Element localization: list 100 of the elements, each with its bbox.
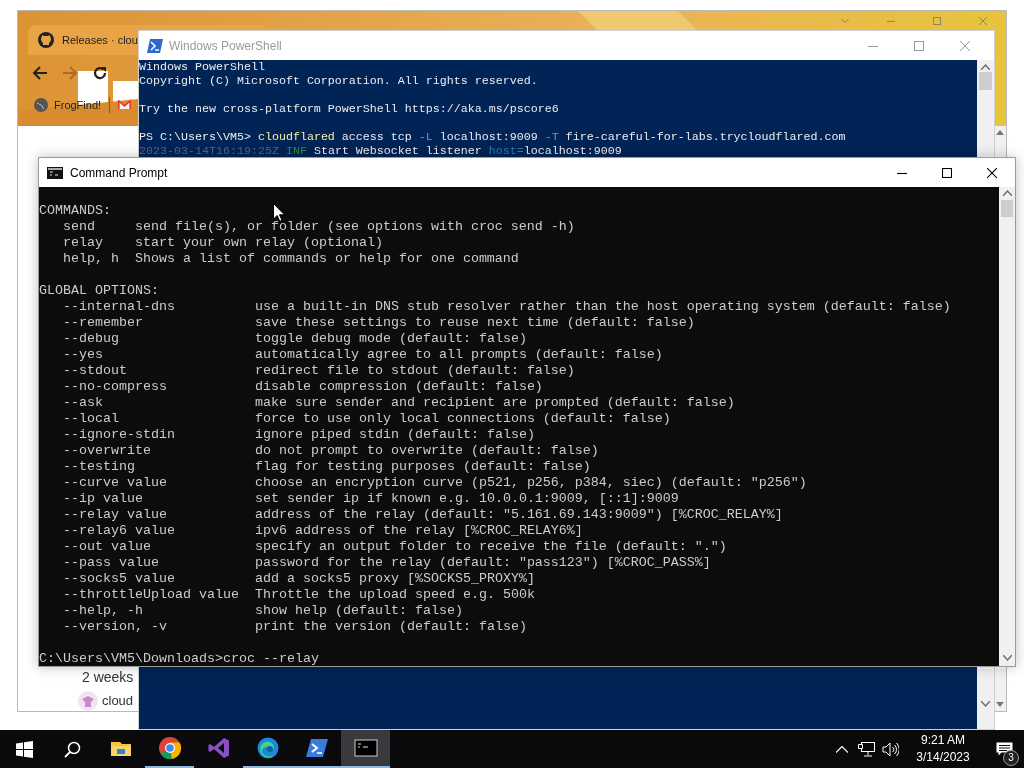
command-description: Shows a list of commands or help for one command <box>134 251 519 267</box>
scroll-thumb <box>979 72 992 90</box>
option-name: --relay value <box>63 507 168 523</box>
bookmark[interactable]: FrogFind! <box>34 98 102 112</box>
command-description: send file(s), or folder (see options with croc send -h) <box>134 219 575 235</box>
close-icon <box>960 40 970 51</box>
scroll-thumb <box>1001 200 1013 217</box>
notification-count: 3 <box>1003 750 1019 766</box>
option-description: specify an output folder to receive the file (default: ".") <box>254 539 727 555</box>
terminal-icon <box>353 736 378 760</box>
maximize-icon <box>941 167 952 178</box>
maximize-icon <box>933 16 941 25</box>
console-text: PS C:\Users\VM5> <box>139 130 252 144</box>
option-description: automatically agree to all prompts (default: false) <box>254 347 663 363</box>
option-name: --help, -h <box>63 603 144 619</box>
command-name: send <box>63 219 96 235</box>
notifications-button[interactable]: 3 <box>984 730 1024 768</box>
terminal-icon <box>47 166 63 179</box>
option-name: --debug <box>63 331 120 347</box>
option-name: --ignore-stdin <box>63 427 176 443</box>
windows-icon <box>15 740 33 758</box>
console-text: Copyright (C) Microsoft Corporation. All rights reserved. <box>139 74 538 88</box>
console-text: Windows PowerShell <box>139 60 265 74</box>
search-icon <box>63 740 81 758</box>
powershell-icon <box>304 736 329 760</box>
option-description: disable compression (default: false) <box>254 379 543 395</box>
close-icon <box>979 16 987 25</box>
chevron-down-icon <box>841 16 849 25</box>
option-description: print the version (default: false) <box>254 619 527 635</box>
command-description: start your own relay (optional) <box>134 235 383 251</box>
section-heading: COMMANDS: <box>39 203 111 219</box>
cursor-icon <box>273 203 285 222</box>
option-description: address of the relay (default: "5.161.69.143:9009") [%CROC_RELAY%] <box>254 507 783 523</box>
clock-date[interactable]: 3/14/2023 <box>916 749 970 766</box>
console-text: localhost:9009 <box>438 130 539 144</box>
key-text: host= <box>488 144 524 158</box>
parameter-text: -T <box>544 130 559 144</box>
option-description: password for the relay (default: "pass123") [%CROC_PASS%] <box>254 555 711 571</box>
author-name: cloud <box>102 693 134 709</box>
console-text: fire-careful-for-labs.trycloudflared.com <box>564 130 846 144</box>
chevron-up-icon[interactable] <box>836 745 848 753</box>
scroll-up-icon <box>996 130 1004 135</box>
section-heading: GLOBAL OPTIONS: <box>39 283 159 299</box>
powershell-icon <box>147 38 163 53</box>
option-description: use a built-in DNS stub resolver rather than the host operating system (default: false) <box>254 299 951 315</box>
clock-time[interactable]: 9:21 AM <box>921 732 965 749</box>
option-name: --overwrite <box>63 443 152 459</box>
option-name: --stdout <box>63 363 128 379</box>
reload-icon[interactable] <box>92 65 108 81</box>
option-description: make sure sender and recipient are prompted (default: false) <box>254 395 735 411</box>
option-description: save these settings to reuse next time (default: false) <box>254 315 695 331</box>
option-name: --ip value <box>63 491 144 507</box>
option-description: show help (default: false) <box>254 603 463 619</box>
speaker-icon[interactable] <box>881 741 899 757</box>
option-name: --remember <box>63 315 144 331</box>
avatar-icon <box>78 691 98 711</box>
scroll-up-icon <box>1002 190 1012 196</box>
globe-icon <box>34 98 48 112</box>
command-text: cloudflared <box>257 130 335 144</box>
visual-studio-icon <box>206 736 231 760</box>
option-name: --out value <box>63 539 152 555</box>
option-name: --throttleUpload value <box>63 587 240 603</box>
option-description: add a socks5 proxy [%SOCKS5_PROXY%] <box>254 571 535 587</box>
parameter-text: -L <box>418 130 433 144</box>
mail-icon[interactable] <box>118 100 132 110</box>
console-text: access tcp <box>340 130 413 144</box>
option-name: --yes <box>63 347 104 363</box>
option-name: --no-compress <box>63 379 168 395</box>
window-title: Windows PowerShell <box>169 38 282 53</box>
option-name: --internal-dns <box>63 299 176 315</box>
option-name: --curve value <box>63 475 168 491</box>
github-icon <box>38 32 54 48</box>
chrome-icon <box>157 736 182 760</box>
option-name: --pass value <box>63 555 160 571</box>
option-name: --local <box>63 411 120 427</box>
option-description: flag for testing purposes (default: false) <box>254 459 591 475</box>
network-icon[interactable] <box>857 741 875 757</box>
window-title: Command Prompt <box>70 165 168 180</box>
back-icon[interactable] <box>32 65 48 81</box>
option-name: --ask <box>63 395 104 411</box>
option-description: force to use only local connections (default: false) <box>254 411 671 427</box>
console-text: localhost:9009 <box>523 144 622 158</box>
option-description: ignore piped stdin (default: false) <box>254 427 535 443</box>
tab-title: Releases · clou <box>62 34 138 46</box>
timestamp-text: 2023-03-14T16:19:25Z <box>139 144 280 158</box>
taskbar-button[interactable] <box>341 730 390 768</box>
option-description: toggle debug mode (default: false) <box>254 331 527 347</box>
option-description: set sender ip if known e.g. 10.0.0.1:9009, [::1]:9009 <box>254 491 679 507</box>
prompt-text: C:\Users\VM5\Downloads>croc --relay <box>39 651 319 666</box>
console-text: Try the new cross-platform PowerShell https://aka.ms/pscore6 <box>139 102 559 116</box>
command-name: relay <box>63 235 104 251</box>
option-name: --relay6 value <box>63 523 176 539</box>
option-description: do not prompt to overwrite (default: false) <box>254 443 599 459</box>
option-name: --socks5 value <box>63 571 176 587</box>
command-name: help, h <box>63 251 120 267</box>
option-name: --version, -v <box>63 619 168 635</box>
option-description: Throttle the upload speed e.g. 500k <box>254 587 535 603</box>
option-name: --testing <box>63 459 136 475</box>
scroll-up-icon <box>981 64 990 70</box>
console-text: Start Websocket listener <box>312 144 483 158</box>
